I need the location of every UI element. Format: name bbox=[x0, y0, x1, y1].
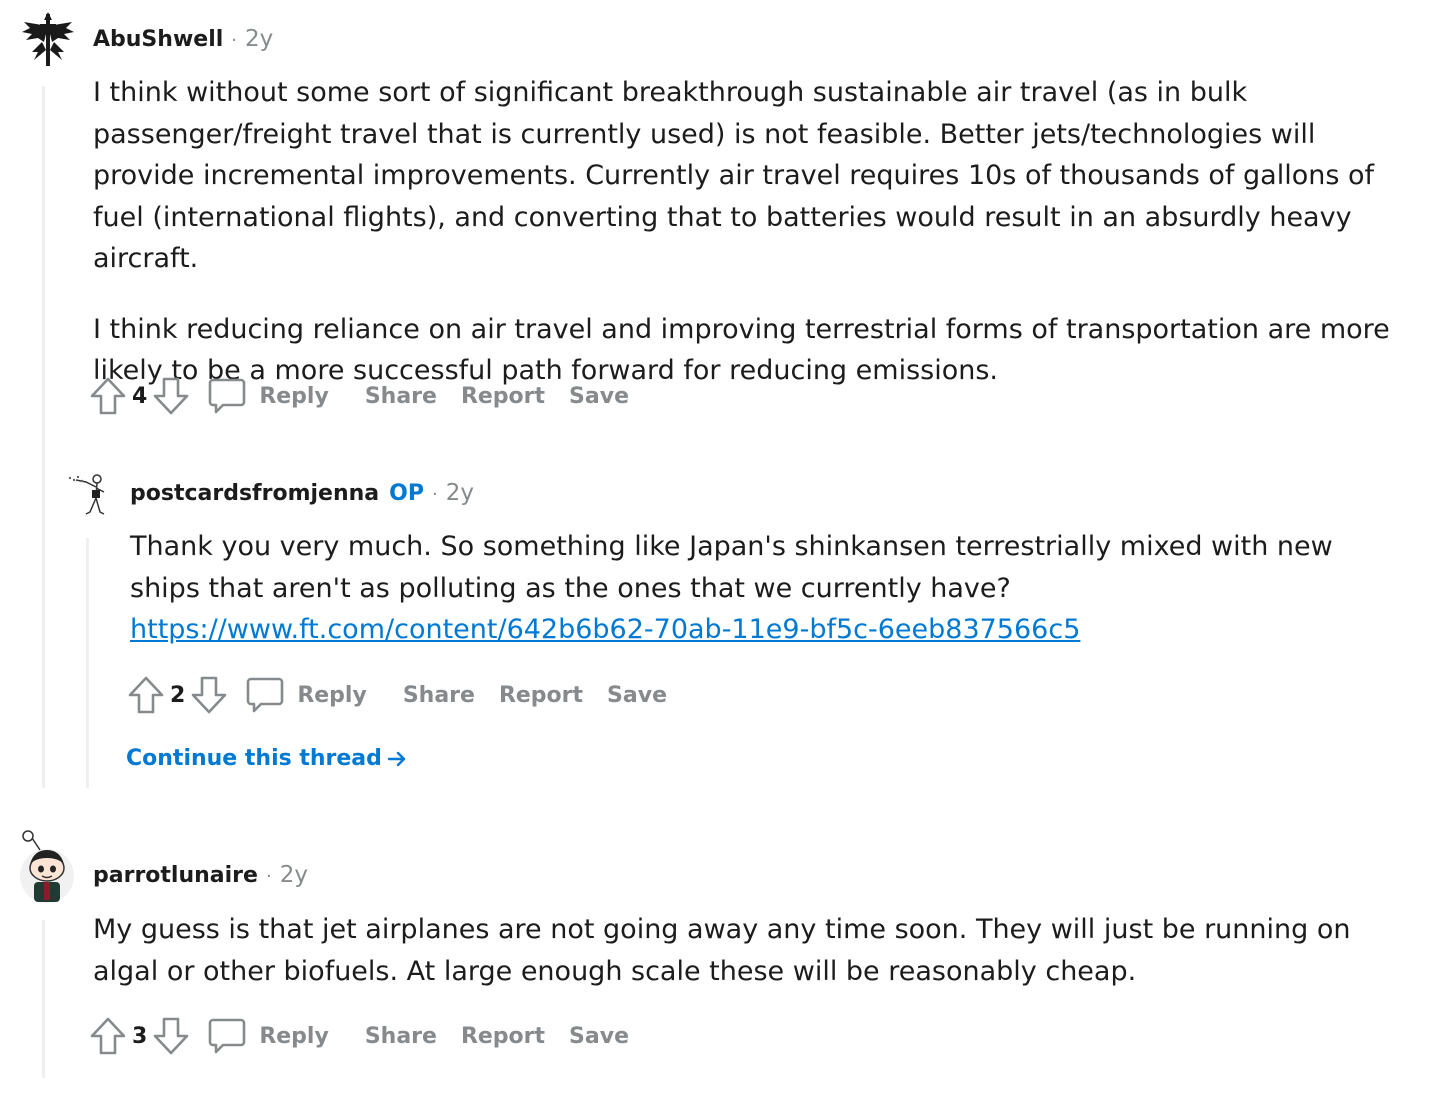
separator-dot: · bbox=[265, 866, 272, 887]
comment-age[interactable]: 2y bbox=[245, 26, 273, 52]
author-name[interactable]: AbuShwell bbox=[93, 27, 223, 52]
report-button[interactable]: Report bbox=[461, 1024, 545, 1049]
upvote-button[interactable] bbox=[126, 675, 166, 715]
comment-body: Thank you very much. So something like J… bbox=[130, 526, 1390, 651]
emblem-avatar-icon bbox=[22, 12, 74, 66]
avatar-abushwell[interactable] bbox=[20, 12, 76, 68]
vote-score: 4 bbox=[132, 383, 148, 409]
reply-button[interactable]: Reply bbox=[245, 675, 391, 715]
comment-meta: postcardsfromjenna OP · 2y bbox=[130, 480, 474, 506]
share-button[interactable]: Share bbox=[365, 1024, 437, 1049]
share-button[interactable]: Share bbox=[365, 384, 437, 409]
downvote-icon bbox=[192, 676, 227, 714]
comment-meta: AbuShwell · 2y bbox=[93, 26, 273, 52]
share-button[interactable]: Share bbox=[403, 683, 475, 708]
comment-actions: 4 Reply Share Report Save bbox=[88, 374, 653, 418]
continue-thread-link[interactable]: Continue this thread bbox=[126, 746, 408, 771]
report-button[interactable]: Report bbox=[499, 683, 583, 708]
figure-avatar-icon bbox=[68, 474, 105, 515]
reply-label: Reply bbox=[259, 383, 329, 409]
comment-icon bbox=[209, 378, 246, 414]
comment-actions: 2 Reply Share Report Save bbox=[126, 673, 691, 717]
thread-line[interactable] bbox=[86, 538, 89, 788]
comment-body: My guess is that jet airplanes are not g… bbox=[93, 909, 1423, 992]
author-name[interactable]: postcardsfromjenna bbox=[130, 481, 379, 506]
avatar-postcardsfromjenna[interactable] bbox=[66, 470, 112, 518]
comment-paragraph: My guess is that jet airplanes are not g… bbox=[93, 914, 1351, 987]
upvote-icon bbox=[90, 377, 126, 415]
author-name[interactable]: parrotlunaire bbox=[93, 863, 258, 888]
vote-score: 3 bbox=[132, 1023, 148, 1049]
op-badge: OP bbox=[389, 481, 424, 506]
upvote-icon bbox=[128, 676, 164, 714]
comment-actions: 3 Reply Share Report Save bbox=[88, 1014, 653, 1058]
downvote-button[interactable] bbox=[151, 1016, 191, 1056]
comment-icon bbox=[247, 677, 284, 713]
reply-button[interactable]: Reply bbox=[207, 1016, 353, 1056]
comment-icon bbox=[209, 1018, 246, 1054]
avatar-parrotlunaire[interactable] bbox=[18, 828, 76, 904]
reply-button[interactable]: Reply bbox=[207, 376, 353, 416]
downvote-icon bbox=[154, 377, 189, 415]
comment-meta: parrotlunaire · 2y bbox=[93, 862, 308, 888]
save-button[interactable]: Save bbox=[607, 683, 667, 708]
downvote-icon bbox=[154, 1017, 189, 1055]
save-button[interactable]: Save bbox=[569, 1024, 629, 1049]
save-button[interactable]: Save bbox=[569, 384, 629, 409]
vote-score: 2 bbox=[170, 682, 186, 708]
downvote-button[interactable] bbox=[151, 376, 191, 416]
report-button[interactable]: Report bbox=[461, 384, 545, 409]
comment-paragraph: Thank you very much. So something like J… bbox=[130, 526, 1390, 651]
snoo-avatar-icon bbox=[20, 830, 74, 903]
reply-label: Reply bbox=[259, 1023, 329, 1049]
separator-dot: · bbox=[431, 484, 438, 505]
downvote-button[interactable] bbox=[189, 675, 229, 715]
comment-paragraph: I think without some sort of significant… bbox=[93, 77, 1374, 274]
thread-line[interactable] bbox=[42, 86, 45, 788]
comment-text: Thank you very much. So something like J… bbox=[130, 531, 1333, 604]
comment-body: I think without some sort of significant… bbox=[93, 72, 1423, 392]
reply-label: Reply bbox=[297, 682, 367, 708]
arrow-right-icon bbox=[387, 751, 406, 766]
upvote-button[interactable] bbox=[88, 1016, 128, 1056]
comment-age[interactable]: 2y bbox=[280, 862, 308, 888]
external-link[interactable]: https://www.ft.com/content/642b6b62-70ab… bbox=[130, 614, 1080, 645]
thread-line[interactable] bbox=[42, 920, 45, 1078]
comment-age[interactable]: 2y bbox=[446, 480, 474, 506]
upvote-icon bbox=[90, 1017, 126, 1055]
continue-thread-label: Continue this thread bbox=[126, 746, 382, 771]
upvote-button[interactable] bbox=[88, 376, 128, 416]
separator-dot: · bbox=[231, 30, 238, 51]
